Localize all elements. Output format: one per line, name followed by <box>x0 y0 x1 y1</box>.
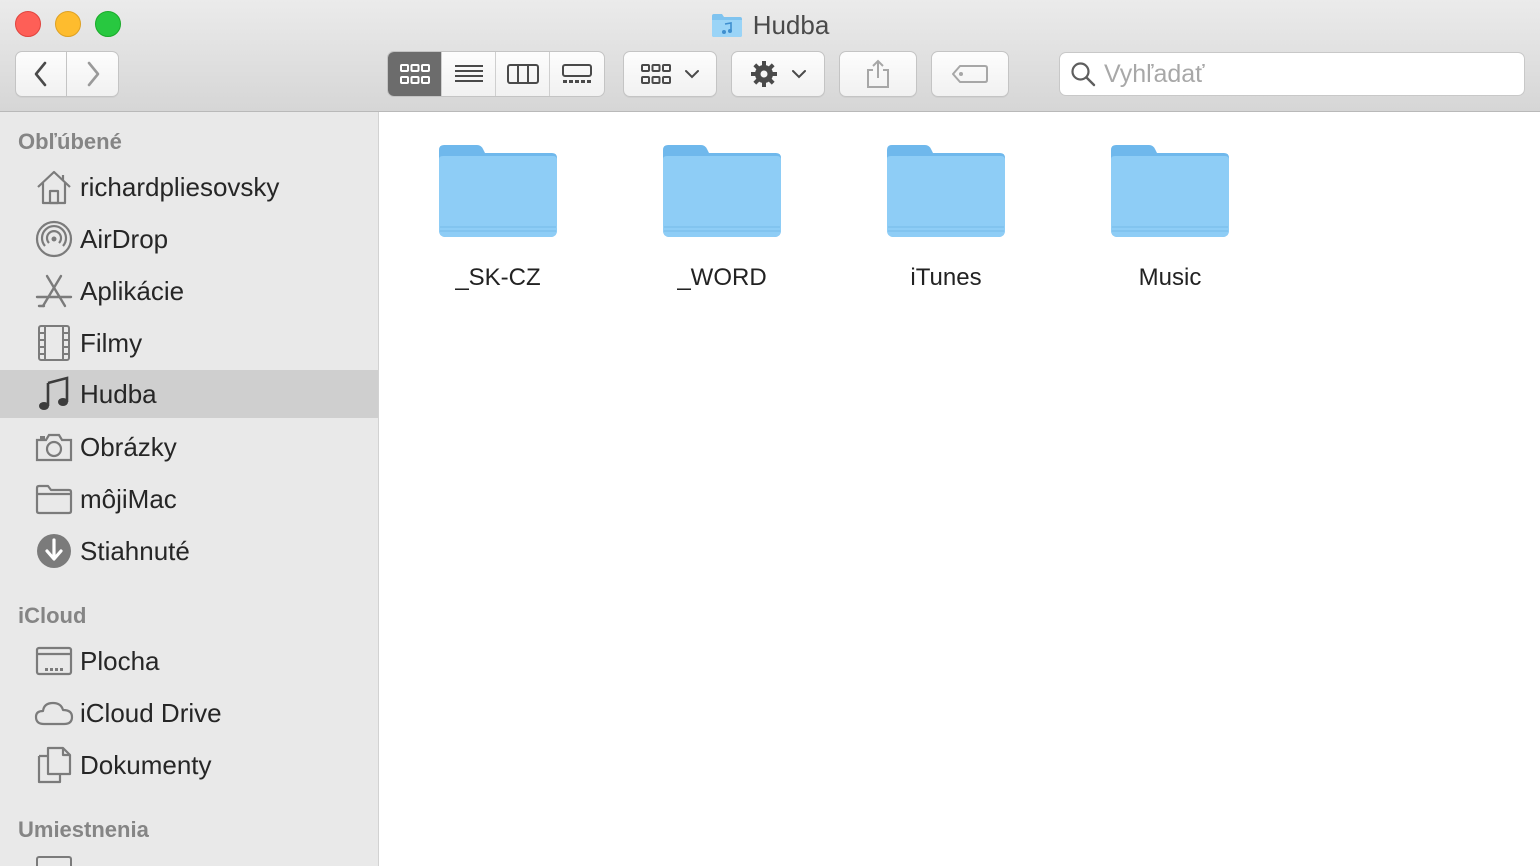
chevron-right-icon <box>87 61 99 87</box>
tag-icon <box>952 65 988 83</box>
share-button[interactable] <box>839 51 917 97</box>
group-by-icon <box>641 64 671 84</box>
gallery-view-icon <box>562 64 592 83</box>
gallery-view-button[interactable] <box>550 52 604 96</box>
music-folder-icon <box>711 14 742 37</box>
folder-item[interactable]: _WORD <box>622 142 822 312</box>
sidebar-item-music[interactable]: Hudba <box>0 370 378 418</box>
music-note-icon <box>39 376 69 410</box>
forward-button[interactable] <box>67 51 119 97</box>
search-input[interactable] <box>1104 59 1504 89</box>
folder-name: _SK-CZ <box>455 264 541 291</box>
sidebar-item-label: richardpliesovsky <box>80 171 280 202</box>
download-icon <box>37 534 71 568</box>
chevron-down-icon <box>685 70 699 79</box>
window-title-text: Hudba <box>752 9 830 40</box>
sidebar-item-label: AirDrop <box>80 223 169 254</box>
sidebar-item-downloads[interactable]: Stiahnuté <box>0 527 378 575</box>
sidebar-item-label: Dokumenty <box>80 749 212 780</box>
file-browser: _SK-CZ _WORD iTunes Music <box>380 112 1540 866</box>
sidebar-item-label: Obrázky <box>80 431 177 462</box>
desktop-icon <box>35 646 73 676</box>
sidebar: Obľúbené richardpliesovsky AirDrop Aplik… <box>0 112 379 866</box>
applications-icon <box>35 274 73 308</box>
list-view-icon <box>454 65 483 82</box>
sidebar-item-label: môjiMac <box>80 483 177 514</box>
folder-item[interactable]: iTunes <box>846 142 1046 312</box>
sidebar-section-icloud: iCloud <box>18 603 87 628</box>
folder-name: Music <box>1138 264 1202 291</box>
folder-icon <box>663 145 781 237</box>
column-view-icon <box>506 64 539 84</box>
folder-name: _WORD <box>677 264 767 291</box>
sidebar-item-documents[interactable]: Dokumenty <box>0 741 378 789</box>
sidebar-item-applications[interactable]: Aplikácie <box>0 267 378 315</box>
sidebar-item-pictures[interactable]: Obrázky <box>0 423 378 471</box>
sidebar-section-favorites: Obľúbené <box>18 129 122 154</box>
folder-icon <box>887 145 1005 237</box>
group-by-button[interactable] <box>623 51 717 97</box>
search-icon <box>1071 62 1096 87</box>
tag-button[interactable] <box>931 51 1009 97</box>
action-menu-button[interactable] <box>731 51 825 97</box>
sidebar-item-label: Aplikácie <box>80 275 185 306</box>
sidebar-item-label: Stiahnuté <box>80 535 190 566</box>
chevron-left-icon <box>34 61 47 87</box>
sidebar-item-airdrop[interactable]: AirDrop <box>0 215 378 263</box>
documents-icon <box>37 746 72 784</box>
back-button[interactable] <box>15 51 67 97</box>
airdrop-icon <box>35 220 73 258</box>
sidebar-item-label: iCloud Drive <box>80 697 222 728</box>
sidebar-item-desktop[interactable]: Plocha <box>0 637 378 685</box>
folder-icon <box>1111 145 1229 237</box>
search-field[interactable] <box>1059 52 1525 96</box>
toolbar: Hudba <box>0 0 1540 112</box>
sidebar-item-label: Plocha <box>80 645 160 676</box>
list-view-button[interactable] <box>442 52 496 96</box>
film-icon <box>38 325 70 361</box>
cloud-icon <box>34 701 74 726</box>
folder-name: iTunes <box>910 264 982 291</box>
icon-view-icon <box>399 64 430 84</box>
sidebar-item-label: Filmy <box>80 327 143 358</box>
icon-view-button[interactable] <box>388 52 442 96</box>
sidebar-section-locations: Umiestnenia <box>18 817 149 842</box>
view-mode-control <box>387 51 605 97</box>
folder-item[interactable]: _SK-CZ <box>398 142 598 312</box>
sidebar-item-home[interactable]: richardpliesovsky <box>0 163 378 211</box>
chevron-down-icon <box>792 70 806 79</box>
home-icon <box>37 170 71 205</box>
sidebar-item-icloud-drive[interactable]: iCloud Drive <box>0 689 378 737</box>
sidebar-item-mojimac[interactable]: môjiMac <box>0 475 378 523</box>
sidebar-item-label: Hudba <box>80 378 157 409</box>
gear-icon <box>751 61 777 87</box>
sidebar-item-movies[interactable]: Filmy <box>0 319 378 367</box>
share-icon <box>867 59 889 88</box>
folder-icon <box>35 484 73 515</box>
folder-icon <box>439 145 557 237</box>
window-title: Hudba <box>0 8 1540 42</box>
folder-item[interactable]: Music <box>1070 142 1270 312</box>
column-view-button[interactable] <box>496 52 550 96</box>
camera-icon <box>35 433 73 462</box>
disk-icon <box>36 856 72 866</box>
